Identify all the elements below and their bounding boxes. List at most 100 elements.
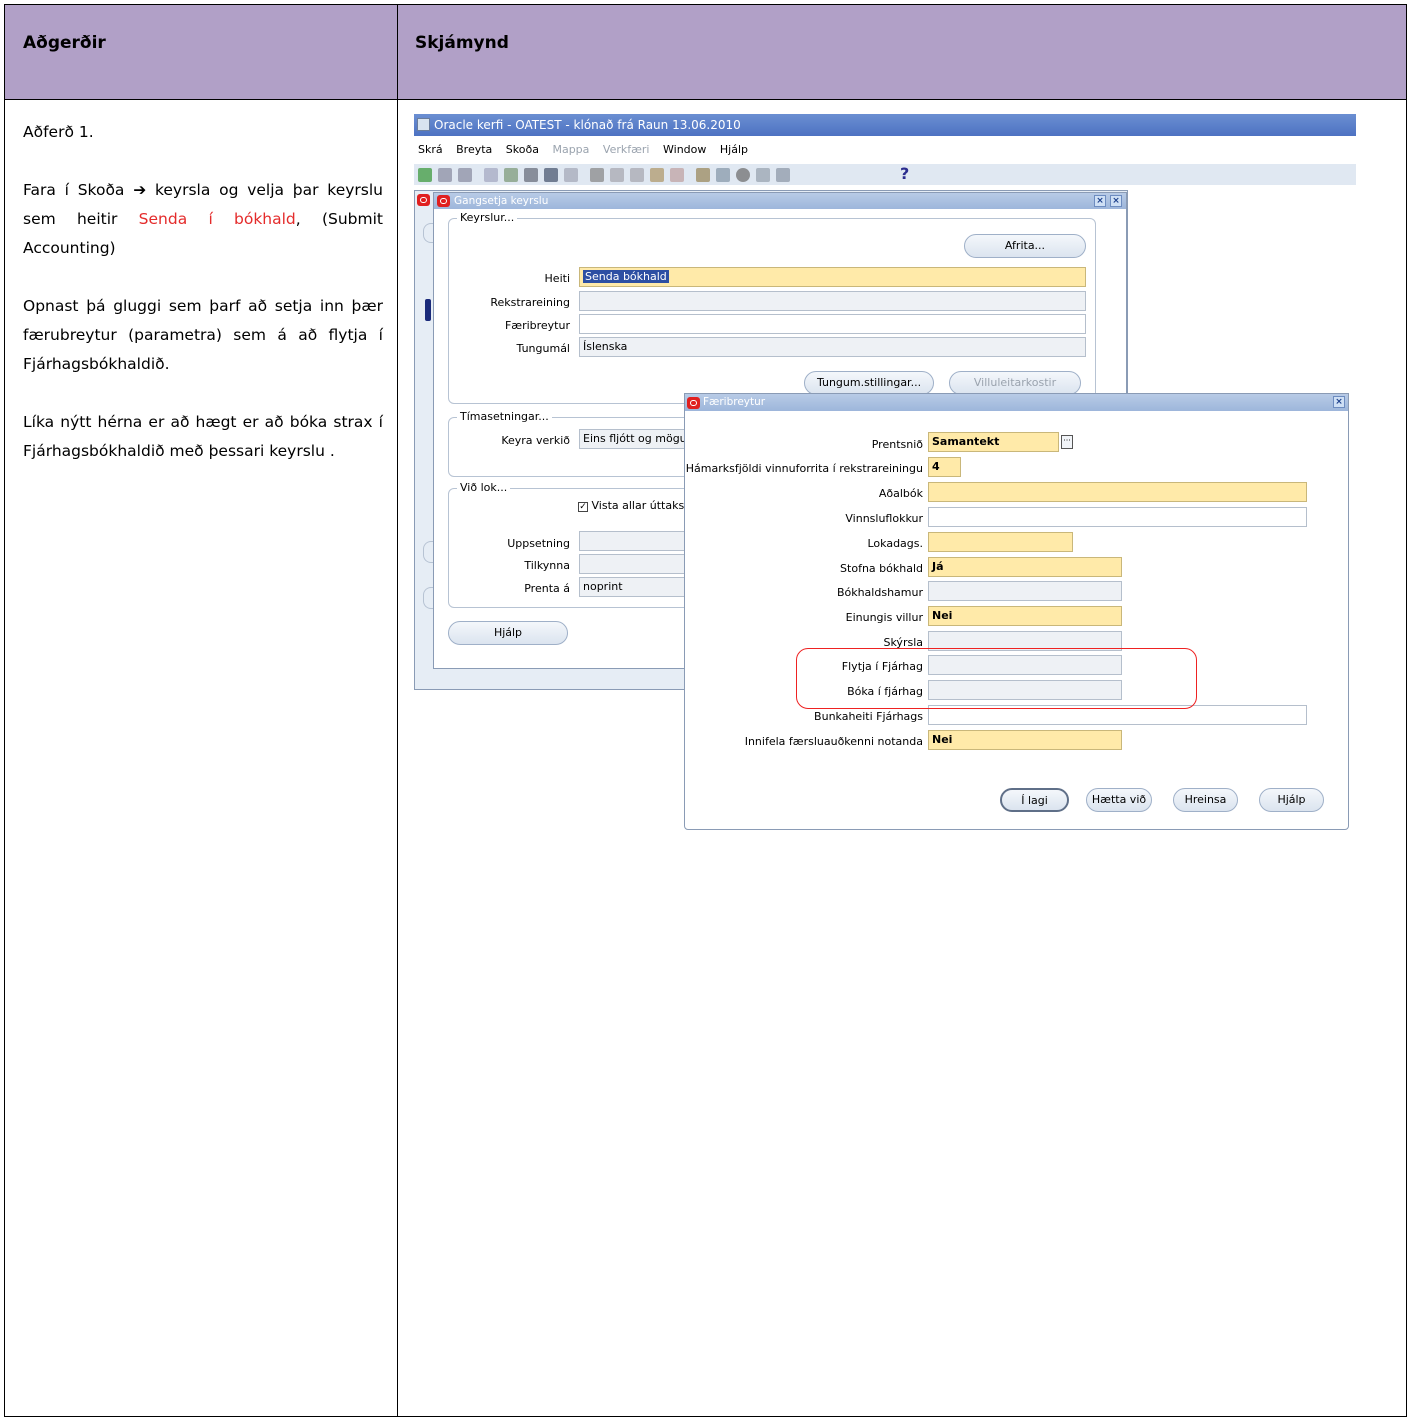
menu-mappa[interactable]: Mappa xyxy=(552,143,589,156)
param-label-report-format: Prentsnið xyxy=(871,438,923,451)
instruction-paragraph-3: Líka nýtt hérna er að hægt er að bóka st… xyxy=(23,413,383,460)
oracle-icon xyxy=(437,195,450,207)
print-to-label: Prenta á xyxy=(524,582,570,595)
menu-verkfaeri[interactable]: Verkfæri xyxy=(603,143,650,156)
operating-unit-label: Rekstrareining xyxy=(490,296,570,309)
attachments-icon[interactable] xyxy=(756,168,770,182)
param-label-include-user-tx-id: Innifela færsluauðkenni notanda xyxy=(744,735,923,748)
param-label-max-workers: Hámarksfjöldi vinnuforrita í rekstrarein… xyxy=(685,462,923,475)
close-form-icon[interactable] xyxy=(564,168,578,182)
notify-field[interactable] xyxy=(579,554,686,574)
table-header: Aðgerðir Skjámynd xyxy=(5,5,1406,100)
param-label-accounting-mode: Bókhaldshamur xyxy=(836,586,923,599)
param-field-errors-only[interactable]: Nei xyxy=(928,606,1122,626)
param-label-ledger: Aðalbók xyxy=(878,487,923,500)
print-icon[interactable] xyxy=(544,168,558,182)
menu-window[interactable]: Window xyxy=(663,143,706,156)
param-field-max-workers[interactable]: 4 xyxy=(928,457,961,477)
header-actions: Aðgerðir xyxy=(23,33,106,53)
parameters-titlebar: Færibreytur × xyxy=(685,394,1348,411)
param-label-gl-batch-name: Bunkaheiti Fjárhags xyxy=(814,710,923,723)
switch-responsibility-icon[interactable] xyxy=(524,168,538,182)
menu-skoda[interactable]: Skoða xyxy=(506,143,539,156)
zoom-icon[interactable] xyxy=(716,168,730,182)
cut-icon[interactable] xyxy=(590,168,604,182)
parameters-title: Færibreytur xyxy=(703,396,766,408)
app-titlebar: Oracle kerfi - OATEST - klónað frá Raun … xyxy=(414,114,1356,136)
copy-icon[interactable] xyxy=(610,168,624,182)
highlight-annotation xyxy=(796,648,1197,709)
operating-unit-field[interactable] xyxy=(579,291,1086,311)
name-field[interactable]: Senda bókhald xyxy=(579,267,1086,287)
parameters-field[interactable] xyxy=(579,314,1086,334)
checkbox-checked-icon: ✓ xyxy=(578,502,588,512)
upon-completion-group-label: Við lok... xyxy=(457,481,511,494)
arrow-icon: ➔ xyxy=(133,181,147,199)
help-button[interactable]: Hjálp xyxy=(448,621,568,645)
param-label-end-date: Lokadags. xyxy=(867,537,923,550)
navigator-icon[interactable] xyxy=(458,168,472,182)
instructions-column: Aðferð 1. Fara í Skoða ➔ keyrsla og velj… xyxy=(23,118,383,466)
lov-ellipsis-icon[interactable]: ··· xyxy=(1061,435,1073,449)
oracle-icon xyxy=(687,397,700,409)
oracle-icon xyxy=(417,194,430,206)
clear-record-icon[interactable] xyxy=(650,168,664,182)
param-field-accounting-mode[interactable] xyxy=(928,581,1122,601)
save-icon[interactable] xyxy=(484,168,498,182)
edit-field-icon[interactable] xyxy=(696,168,710,182)
language-settings-button[interactable]: Tungum.stillingar... xyxy=(804,371,934,395)
ok-button[interactable]: Í lagi xyxy=(1000,788,1069,812)
run-request-title: Gangsetja keyrslu xyxy=(454,195,549,207)
instruction-paragraph-1: Fara í Skoða ➔ keyrsla og velja þar keyr… xyxy=(23,176,383,263)
parameters-label: Færibreytur xyxy=(504,319,570,332)
help-button[interactable]: Hjálp xyxy=(1259,788,1324,812)
instruction-text: Fara í Skoða xyxy=(23,181,134,199)
app-title: Oracle kerfi - OATEST - klónað frá Raun … xyxy=(434,118,741,132)
clear-button[interactable]: Hreinsa xyxy=(1173,788,1238,812)
run-request-titlebar: Gangsetja keyrslu × × xyxy=(434,193,1126,209)
close-icon[interactable]: × xyxy=(1333,396,1345,408)
menu-breyta[interactable]: Breyta xyxy=(456,143,492,156)
next-step-icon[interactable] xyxy=(504,168,518,182)
language-label: Tungumál xyxy=(516,342,570,355)
param-field-ledger[interactable] xyxy=(928,482,1307,502)
copy-button[interactable]: Afrita... xyxy=(964,234,1086,258)
cancel-button[interactable]: Hætta við xyxy=(1086,788,1152,812)
java-app-icon xyxy=(417,118,430,131)
help-icon[interactable]: ? xyxy=(900,164,909,183)
menu-skra[interactable]: Skrá xyxy=(418,143,443,156)
translations-icon[interactable] xyxy=(736,168,750,182)
highlighted-run-name: Senda í bókhald xyxy=(138,210,296,228)
save-all-output-checkbox[interactable]: ✓ Vista allar úttaks xyxy=(578,499,684,512)
column-divider xyxy=(397,5,398,1416)
param-label-create-accounting: Stofna bókhald xyxy=(840,562,923,575)
language-field[interactable]: Íslenska xyxy=(579,337,1086,357)
requests-group-label: Keyrslur... xyxy=(457,211,518,224)
menu-hjalp[interactable]: Hjálp xyxy=(720,143,748,156)
notify-label: Tilkynna xyxy=(524,559,570,572)
param-field-process-category[interactable] xyxy=(928,507,1307,527)
close-icon[interactable]: × xyxy=(1110,195,1122,207)
delete-icon[interactable] xyxy=(670,168,684,182)
method-heading: Aðferð 1. xyxy=(23,123,94,141)
schedule-group-label: Tímasetningar... xyxy=(457,410,552,423)
param-field-create-accounting[interactable]: Já xyxy=(928,557,1122,577)
param-field-report-format[interactable]: Samantekt xyxy=(928,432,1059,452)
new-record-icon[interactable] xyxy=(418,168,432,182)
menu-bar: Skrá Breyta Skoða Mappa Verkfæri Window … xyxy=(414,140,1356,160)
layout-field[interactable] xyxy=(579,531,686,551)
toolbar: ? xyxy=(414,163,1356,185)
record-indicator xyxy=(425,299,431,321)
run-job-field[interactable]: Eins fljótt og mögu xyxy=(579,429,686,449)
print-to-field[interactable]: noprint xyxy=(579,577,686,597)
folder-tools-icon[interactable] xyxy=(776,168,790,182)
close-icon[interactable]: × xyxy=(1094,195,1106,207)
find-icon[interactable] xyxy=(438,168,452,182)
param-field-end-date[interactable] xyxy=(928,532,1073,552)
save-all-output-label: Vista allar úttaks xyxy=(591,499,685,512)
param-field-include-user-tx-id[interactable]: Nei xyxy=(928,730,1122,750)
paste-icon[interactable] xyxy=(630,168,644,182)
param-label-errors-only: Einungis villur xyxy=(845,611,923,624)
instruction-paragraph-2: Opnast þá gluggi sem þarf að setja inn þ… xyxy=(23,297,383,373)
debug-options-button[interactable]: Villuleitarkostir xyxy=(949,371,1081,395)
